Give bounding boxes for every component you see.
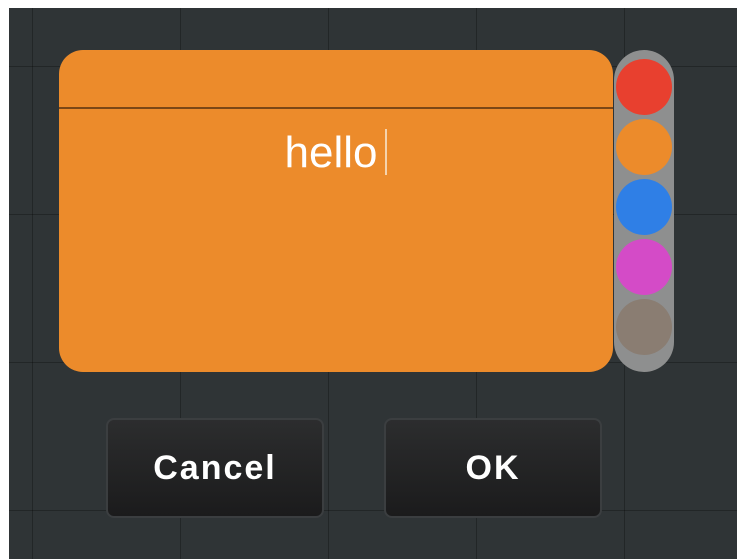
color-swatch-gray[interactable]	[616, 299, 672, 355]
color-palette	[614, 50, 674, 372]
color-swatch-blue[interactable]	[616, 179, 672, 235]
ok-button[interactable]: OK	[384, 418, 602, 518]
left-edge	[0, 0, 9, 559]
color-swatch-orange[interactable]	[616, 119, 672, 175]
top-edge	[0, 0, 737, 8]
text-cursor	[385, 129, 388, 175]
cancel-button[interactable]: Cancel	[106, 418, 324, 518]
note-text-editor[interactable]: hello	[59, 124, 613, 182]
note-card[interactable]: hello	[59, 50, 613, 372]
note-text: hello	[284, 128, 378, 177]
color-swatch-red[interactable]	[616, 59, 672, 115]
color-swatch-magenta[interactable]	[616, 239, 672, 295]
note-header-divider	[59, 107, 613, 109]
